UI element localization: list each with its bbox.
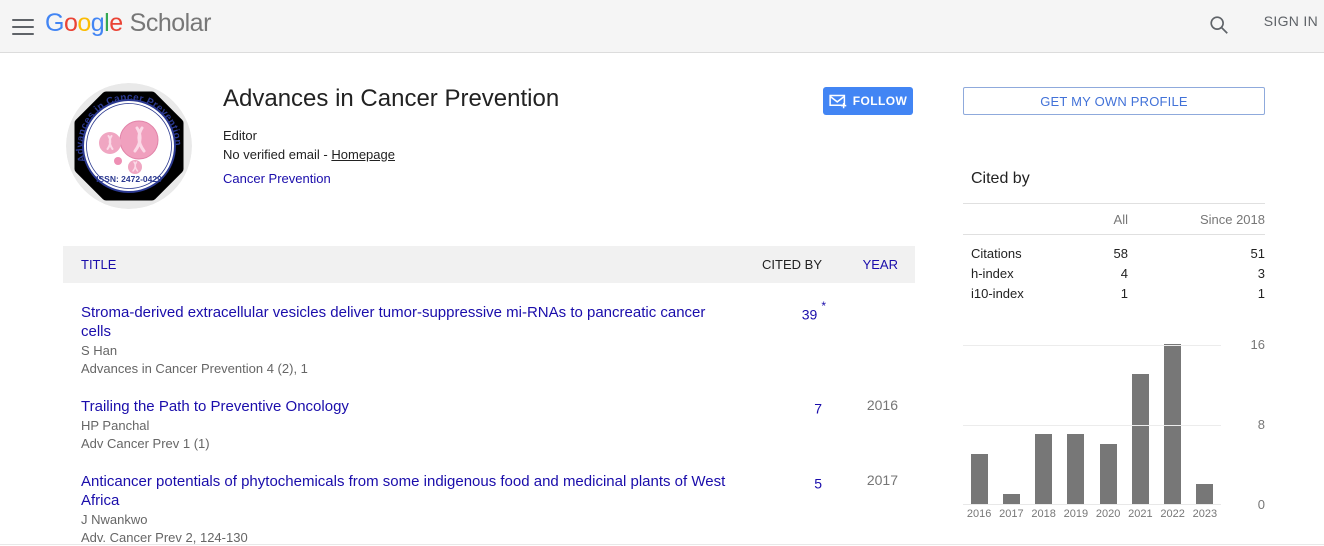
stat-label[interactable]: Citations (963, 244, 1048, 264)
article-venue: Adv Cancer Prev 1 (1) (81, 436, 732, 452)
chart-bar-2022[interactable] (1164, 344, 1181, 504)
interest-link-cancer-prevention[interactable]: Cancer Prevention (223, 171, 331, 186)
chart-bar-2021[interactable] (1132, 344, 1149, 504)
chart-year-label: 2022 (1157, 508, 1189, 520)
cited-by-columns-header: All Since 2018 (963, 204, 1265, 234)
chart-year-label: 2018 (1028, 508, 1060, 520)
article-authors: HP Panchal (81, 418, 732, 434)
article-row: Stroma-derived extracellular vesicles de… (63, 303, 915, 377)
stat-row-h-index: h-index 4 3 (963, 264, 1265, 284)
article-title-link[interactable]: Anticancer potentials of phytochemicals … (81, 472, 732, 510)
hamburger-menu-icon[interactable] (10, 14, 36, 38)
cited-by-count-link[interactable]: 7 (814, 401, 822, 417)
profile-role: Editor (223, 126, 783, 145)
profile-name: Advances in Cancer Prevention (223, 85, 783, 113)
article-year (822, 303, 915, 377)
page-bottom-divider (0, 544, 1324, 545)
col-since-label: Since 2018 (1128, 212, 1265, 227)
stat-label[interactable]: h-index (963, 264, 1048, 284)
chart-bar-rect[interactable] (1196, 484, 1213, 504)
cited-by-title[interactable]: Cited by (963, 170, 1265, 188)
chart-gridline (963, 425, 1221, 426)
google-scholar-logo[interactable]: GoogleScholar (45, 9, 211, 38)
chart-bar-2023[interactable] (1196, 344, 1213, 504)
cited-by-panel: Cited by All Since 2018 Citations 58 51 … (963, 170, 1265, 304)
chart-bar-2017[interactable] (1003, 344, 1020, 504)
chart-year-label: 2019 (1060, 508, 1092, 520)
get-my-own-profile-label: GET MY OWN PROFILE (1040, 94, 1188, 109)
profile-email-line: No verified email - Homepage (223, 145, 783, 164)
cited-by-count-link[interactable]: 5 (814, 476, 822, 492)
chart-bar-2019[interactable] (1067, 344, 1084, 504)
chart-bar-rect[interactable] (1067, 434, 1084, 504)
stat-since-value: 1 (1128, 284, 1265, 304)
follow-button[interactable]: FOLLOW (823, 87, 913, 115)
chart-year-label: 2017 (995, 508, 1027, 520)
sort-by-cited-header[interactable]: CITED BY (732, 257, 822, 272)
chart-bar-2018[interactable] (1035, 344, 1052, 504)
articles-table-header: TITLE CITED BY YEAR (63, 246, 915, 283)
chart-bar-2016[interactable] (971, 344, 988, 504)
chart-bar-2020[interactable] (1100, 344, 1117, 504)
chart-bar-rect[interactable] (971, 454, 988, 504)
chart-y-tick-label: 0 (1241, 497, 1265, 512)
homepage-link[interactable]: Homepage (331, 147, 395, 162)
chart-year-label: 2016 (963, 508, 995, 520)
chart-bar-rect[interactable] (1164, 344, 1181, 504)
follow-button-label: FOLLOW (853, 94, 907, 108)
article-title-link[interactable]: Stroma-derived extracellular vesicles de… (81, 303, 732, 341)
citations-per-year-chart: 0816 20162017201820192020202120222023 (963, 345, 1265, 525)
svg-text:ISSN: 2472-0429: ISSN: 2472-0429 (96, 174, 162, 184)
scholar-logo-word: Scholar (130, 9, 211, 37)
col-all-label: All (1048, 212, 1128, 227)
article-year: 2016 (822, 397, 915, 452)
chart-gridline (963, 345, 1221, 346)
article-row: Anticancer potentials of phytochemicals … (63, 472, 915, 546)
chart-bar-rect[interactable] (1003, 494, 1020, 504)
chart-y-tick-label: 16 (1241, 337, 1265, 352)
stat-label[interactable]: i10-index (963, 284, 1048, 304)
stat-since-value: 3 (1128, 264, 1265, 284)
chart-y-tick-label: 8 (1241, 417, 1265, 432)
chart-year-label: 2023 (1189, 508, 1221, 520)
follow-envelope-icon (829, 94, 847, 109)
stat-row-citations: Citations 58 51 (963, 244, 1265, 264)
stat-all-value: 4 (1048, 264, 1128, 284)
chart-bar-rect[interactable] (1132, 374, 1149, 504)
profile-info: Advances in Cancer Prevention Editor No … (223, 85, 783, 188)
chart-bar-rect[interactable] (1100, 444, 1117, 504)
citation-asterisk[interactable]: * (821, 299, 826, 313)
get-my-own-profile-button[interactable]: GET MY OWN PROFILE (963, 87, 1265, 115)
sign-in-button[interactable]: SIGN IN (1264, 13, 1318, 29)
sort-by-title-header[interactable]: TITLE (63, 257, 732, 272)
chart-x-axis-labels: 20162017201820192020202120222023 (963, 508, 1221, 520)
article-venue: Advances in Cancer Prevention 4 (2), 1 (81, 361, 732, 377)
article-authors: S Han (81, 343, 732, 359)
article-row: Trailing the Path to Preventive Oncology… (63, 397, 915, 452)
cited-by-count-link[interactable]: 39 (802, 307, 818, 323)
chart-bars (963, 344, 1221, 504)
article-year: 2017 (822, 472, 915, 546)
email-status-text: No verified email - (223, 147, 331, 162)
google-logo-word: Google (45, 9, 123, 37)
stat-since-value: 51 (1128, 244, 1265, 264)
citations-chart-plot: 0816 (963, 345, 1221, 505)
sort-by-year-header[interactable]: YEAR (822, 257, 915, 272)
stat-row-i10-index: i10-index 1 1 (963, 284, 1265, 304)
stat-all-value: 1 (1048, 284, 1128, 304)
article-title-link[interactable]: Trailing the Path to Preventive Oncology (81, 397, 732, 416)
search-icon[interactable] (1202, 8, 1236, 42)
chart-year-label: 2021 (1124, 508, 1156, 520)
chart-bar-rect[interactable] (1035, 434, 1052, 504)
top-app-bar: GoogleScholar SIGN IN (0, 0, 1324, 53)
stat-all-value: 58 (1048, 244, 1128, 264)
articles-table: TITLE CITED BY YEAR Stroma-derived extra… (63, 246, 915, 546)
profile-avatar[interactable]: Advances in Cancer Prevention ISSN: 2472… (66, 83, 192, 209)
chart-year-label: 2020 (1092, 508, 1124, 520)
article-authors: J Nwankwo (81, 512, 732, 528)
